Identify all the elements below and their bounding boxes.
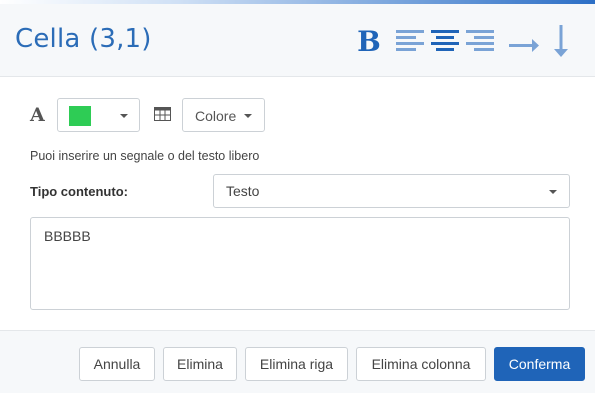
dialog-footer: Annulla Elimina Elimina riga Elimina col… — [0, 330, 595, 393]
content-type-value: Testo — [226, 183, 260, 199]
delete-row-button[interactable]: Elimina riga — [245, 347, 348, 381]
background-color-label: Colore — [195, 108, 237, 124]
arrow-down-icon — [554, 25, 568, 57]
content-type-label: Tipo contenuto: — [30, 184, 128, 199]
direction-down-button[interactable] — [546, 22, 576, 60]
arrow-right-icon — [509, 39, 539, 52]
align-center-button[interactable] — [429, 22, 461, 60]
chevron-down-icon — [549, 190, 557, 194]
hint-text: Puoi inserire un segnale o del testo lib… — [30, 149, 260, 163]
chevron-down-icon — [244, 114, 252, 118]
text-color-swatch — [69, 106, 91, 126]
chevron-down-icon — [120, 114, 128, 118]
content-textarea[interactable] — [30, 217, 570, 310]
text-color-picker[interactable] — [57, 98, 140, 132]
content-type-select[interactable]: Testo — [213, 174, 570, 208]
cancel-button[interactable]: Annulla — [79, 347, 155, 381]
dialog-title: Cella (3,1) — [15, 24, 152, 54]
align-center-icon — [431, 30, 459, 51]
delete-button[interactable]: Elimina — [163, 347, 237, 381]
table-icon — [154, 107, 171, 121]
dialog-header: Cella (3,1) B — [0, 4, 595, 77]
confirm-button[interactable]: Conferma — [494, 347, 585, 381]
align-left-button[interactable] — [394, 22, 426, 60]
background-color-picker[interactable]: Colore — [182, 98, 265, 132]
delete-column-button[interactable]: Elimina colonna — [356, 347, 486, 381]
align-right-button[interactable] — [464, 22, 496, 60]
align-left-icon — [396, 30, 424, 51]
bold-button[interactable]: B — [354, 22, 384, 60]
font-color-icon: A — [30, 104, 45, 126]
direction-right-button[interactable] — [508, 22, 540, 60]
bold-icon: B — [357, 24, 381, 58]
align-right-icon — [466, 30, 494, 51]
